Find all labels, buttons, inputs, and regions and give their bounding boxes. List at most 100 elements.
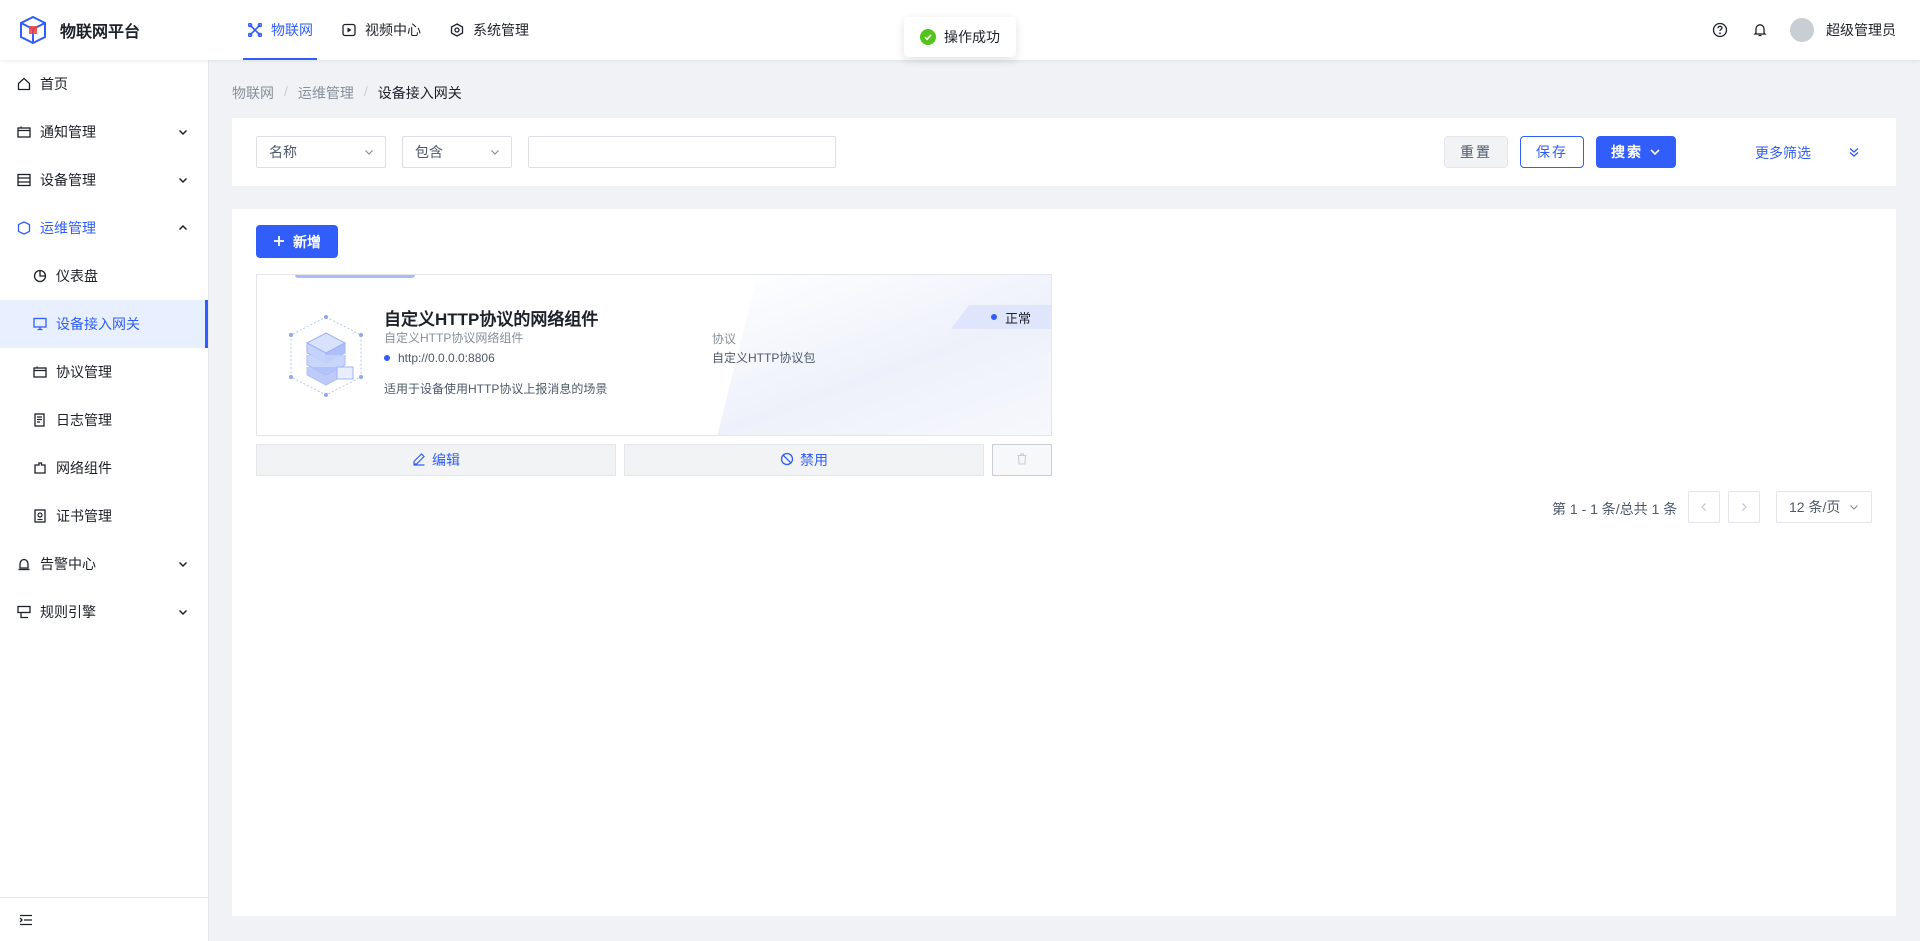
monitor-icon — [32, 316, 48, 332]
add-button-label: 新增 — [293, 233, 321, 250]
plus-icon — [273, 234, 285, 250]
shield-icon — [16, 220, 32, 236]
sidebar-item-certificate[interactable]: 证书管理 — [0, 492, 208, 540]
chevron-down-icon — [1649, 146, 1661, 158]
toast-message: 操作成功 — [944, 29, 1000, 45]
edit-button-label: 编辑 — [432, 452, 460, 468]
topnav-video[interactable]: 视频中心 — [327, 0, 435, 60]
add-button[interactable]: 新增 — [256, 225, 338, 258]
chevron-down-icon — [176, 557, 190, 571]
sidebar-item-label: 网络组件 — [56, 460, 112, 476]
card-top-accent — [295, 275, 415, 278]
prev-page-button[interactable] — [1688, 491, 1720, 523]
page-size-value: 12 条/页 — [1789, 499, 1841, 515]
sidebar-item-label: 告警中心 — [40, 556, 96, 572]
chevron-down-icon — [176, 173, 190, 187]
help-icon[interactable] — [1710, 20, 1730, 40]
more-filter-link[interactable]: 更多筛选 — [1755, 143, 1811, 163]
sidebar-item-label: 通知管理 — [40, 124, 96, 140]
status-badge-label: 正常 — [1005, 310, 1032, 326]
sidebar-item-ops[interactable]: 运维管理 — [0, 204, 208, 252]
status-dot — [384, 355, 390, 361]
breadcrumb-separator: / — [284, 83, 288, 99]
sidebar-item-gateway[interactable]: 设备接入网关 — [0, 300, 208, 348]
card-subtitle: 自定义HTTP协议网络组件 — [384, 331, 524, 345]
cube-logo-icon — [20, 15, 46, 45]
sidebar-item-home[interactable]: 首页 — [0, 60, 208, 108]
dashboard-icon — [32, 268, 48, 284]
topnav-system[interactable]: 系统管理 — [435, 0, 543, 60]
sidebar-item-log[interactable]: 日志管理 — [0, 396, 208, 444]
reset-button[interactable]: 重置 — [1444, 136, 1508, 168]
delete-button[interactable] — [992, 444, 1052, 476]
edit-button[interactable]: 编辑 — [256, 444, 616, 476]
chevron-down-icon — [176, 605, 190, 619]
check-circle-icon — [920, 29, 936, 45]
edit-icon — [412, 452, 426, 469]
gateway-card[interactable]: 自定义HTTP协议的网络组件 自定义HTTP协议网络组件 http://0.0.… — [256, 274, 1052, 436]
disable-button[interactable]: 禁用 — [624, 444, 984, 476]
avatar — [1790, 18, 1814, 42]
protocol-icon — [32, 364, 48, 380]
logo[interactable]: 物联网平台 — [0, 0, 209, 60]
log-icon — [32, 412, 48, 428]
sidebar-item-label: 协议管理 — [56, 364, 112, 380]
settings-icon — [449, 22, 465, 38]
app-title: 物联网平台 — [60, 24, 141, 41]
pagination-summary: 第 1 - 1 条/总共 1 条 — [1552, 501, 1678, 517]
stop-icon — [780, 452, 794, 469]
card-url: http://0.0.0.0:8806 — [384, 351, 495, 365]
menu-collapse-icon[interactable] — [16, 910, 36, 930]
sidebar-item-protocol[interactable]: 协议管理 — [0, 348, 208, 396]
chevron-left-icon — [1699, 499, 1709, 515]
top-nav: 物联网 视频中心 系统管理 — [233, 0, 543, 60]
header-actions: 超级管理员 — [1710, 0, 1896, 60]
filter-field-select[interactable]: 名称 — [256, 136, 386, 168]
chevron-down-icon — [363, 146, 375, 158]
sidebar-item-label: 仪表盘 — [56, 268, 98, 284]
filter-operator-select[interactable]: 包含 — [402, 136, 512, 168]
topnav-system-label: 系统管理 — [473, 22, 529, 38]
card-url-text: http://0.0.0.0:8806 — [398, 351, 495, 365]
sidebar-item-label: 证书管理 — [56, 508, 112, 524]
breadcrumb-separator: / — [363, 83, 368, 99]
pagination: 第 1 - 1 条/总共 1 条 12 条/页 — [232, 491, 1872, 523]
filter-value-input[interactable] — [528, 136, 836, 168]
breadcrumb-item-ops[interactable]: 运维管理 — [298, 83, 354, 103]
sidebar-item-dashboard[interactable]: 仪表盘 — [0, 252, 208, 300]
bell-icon[interactable] — [1750, 20, 1770, 40]
filter-bar: 名称 包含 重置 保存 搜索 更多筛选 — [232, 118, 1896, 186]
page-size-select[interactable]: 12 条/页 — [1776, 491, 1872, 523]
double-chevron-down-icon[interactable] — [1846, 144, 1862, 160]
certificate-icon — [32, 508, 48, 524]
sidebar-item-label: 规则引擎 — [40, 604, 96, 620]
save-button-label: 保存 — [1536, 144, 1568, 160]
card-protocol-value: 自定义HTTP协议包 — [712, 351, 816, 365]
chevron-right-icon — [1739, 499, 1749, 515]
search-button[interactable]: 搜索 — [1596, 136, 1676, 168]
server-stack-icon — [289, 315, 363, 397]
save-button[interactable]: 保存 — [1520, 136, 1584, 168]
sidebar: 首页 通知管理 设备管理 运维管理 仪表盘 设备接入网关 协议管理 日志管理 网… — [0, 60, 209, 941]
sidebar-item-rules[interactable]: 规则引擎 — [0, 588, 208, 636]
user-menu[interactable]: 超级管理员 — [1790, 18, 1896, 42]
sidebar-item-label: 设备管理 — [40, 172, 96, 188]
next-page-button[interactable] — [1728, 491, 1760, 523]
chevron-down-icon — [176, 125, 190, 139]
breadcrumb: 物联网 / 运维管理 / 设备接入网关 — [232, 83, 462, 103]
success-toast: 操作成功 — [904, 17, 1016, 57]
sidebar-item-network[interactable]: 网络组件 — [0, 444, 208, 492]
breadcrumb-item-current: 设备接入网关 — [377, 85, 462, 101]
sidebar-item-notice[interactable]: 通知管理 — [0, 108, 208, 156]
reset-button-label: 重置 — [1460, 144, 1492, 160]
rule-icon — [16, 604, 32, 620]
sidebar-item-device[interactable]: 设备管理 — [0, 156, 208, 204]
filter-operator-value: 包含 — [415, 144, 443, 160]
breadcrumb-item-iot[interactable]: 物联网 — [232, 83, 274, 103]
sidebar-item-alarm[interactable]: 告警中心 — [0, 540, 208, 588]
sidebar-footer — [0, 897, 208, 941]
card-protocol-label: 协议 — [712, 332, 737, 346]
status-dot — [991, 314, 997, 320]
topnav-iot[interactable]: 物联网 — [233, 0, 327, 60]
filter-field-value: 名称 — [269, 144, 297, 160]
